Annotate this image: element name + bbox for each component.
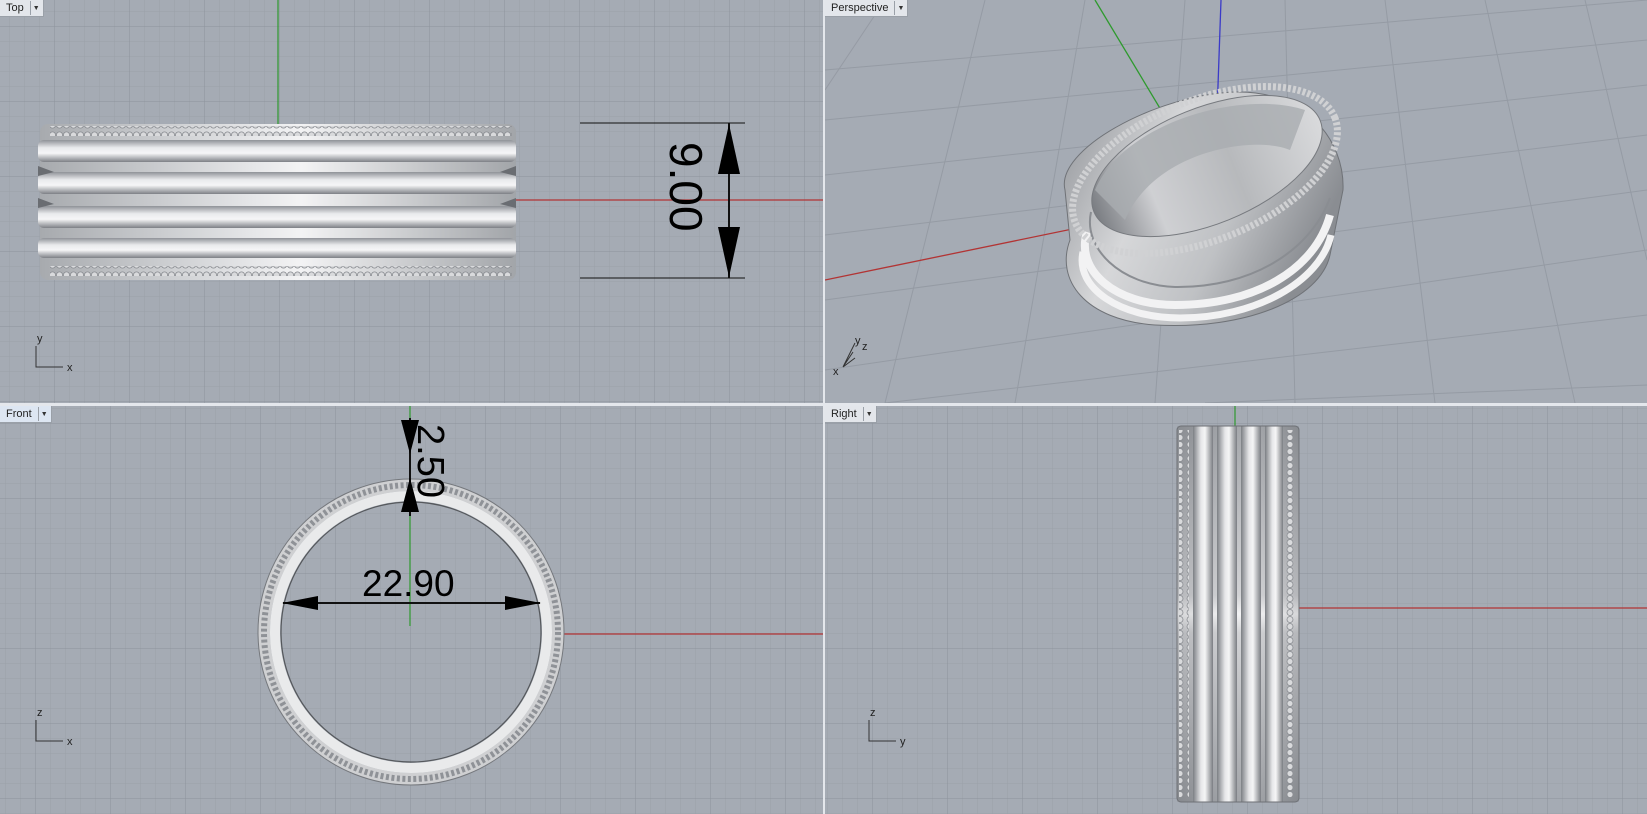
dimension-band-width-text: 9.00 — [660, 142, 712, 232]
viewport-label-top: Top — [6, 2, 24, 14]
viewport-label-right: Right — [831, 408, 857, 420]
viewport-top[interactable]: 9.00 y x Top ▼ — [0, 0, 823, 403]
svg-text:x: x — [833, 366, 839, 378]
dropdown-arrow-icon[interactable]: ▼ — [862, 407, 875, 421]
tab-top[interactable]: Top ▼ — [0, 0, 44, 17]
perspective-scene: x y z — [825, 0, 1647, 403]
svg-text:x: x — [67, 736, 73, 748]
viewport-perspective[interactable]: x y z Perspective ▼ — [825, 0, 1647, 403]
tab-right[interactable]: Right ▼ — [825, 406, 877, 423]
dropdown-arrow-icon[interactable]: ▼ — [29, 1, 42, 15]
top-scene: 9.00 y x — [0, 0, 823, 403]
dropdown-arrow-icon[interactable]: ▼ — [37, 407, 50, 421]
tab-front[interactable]: Front ▼ — [0, 406, 52, 423]
ring-right-view — [1176, 425, 1300, 803]
front-scene: 22.90 2.50 z x — [0, 406, 823, 814]
dimension-band-thickness-text: 2.50 — [409, 424, 451, 498]
dimension-inner-diameter-text: 22.90 — [362, 563, 455, 604]
dropdown-arrow-icon[interactable]: ▼ — [894, 1, 906, 15]
svg-text:x: x — [67, 362, 73, 374]
ring-top-view — [38, 124, 516, 280]
svg-text:y: y — [900, 736, 906, 748]
tab-perspective[interactable]: Perspective ▼ — [825, 0, 909, 17]
svg-text:z: z — [37, 707, 43, 719]
axis-icon-perspective: x y z — [833, 335, 868, 378]
viewport-front[interactable]: 22.90 2.50 z x Front ▼ — [0, 406, 823, 814]
right-scene: z y — [825, 406, 1647, 814]
svg-text:y: y — [855, 335, 861, 347]
svg-text:y: y — [37, 333, 43, 345]
viewport-label-perspective: Perspective — [831, 2, 889, 14]
viewport-label-front: Front — [6, 408, 32, 420]
svg-text:z: z — [870, 707, 876, 719]
svg-text:z: z — [862, 341, 868, 353]
viewport-splitter-horizontal[interactable] — [0, 403, 1647, 406]
viewport-right[interactable]: z y Right ▼ — [825, 406, 1647, 814]
